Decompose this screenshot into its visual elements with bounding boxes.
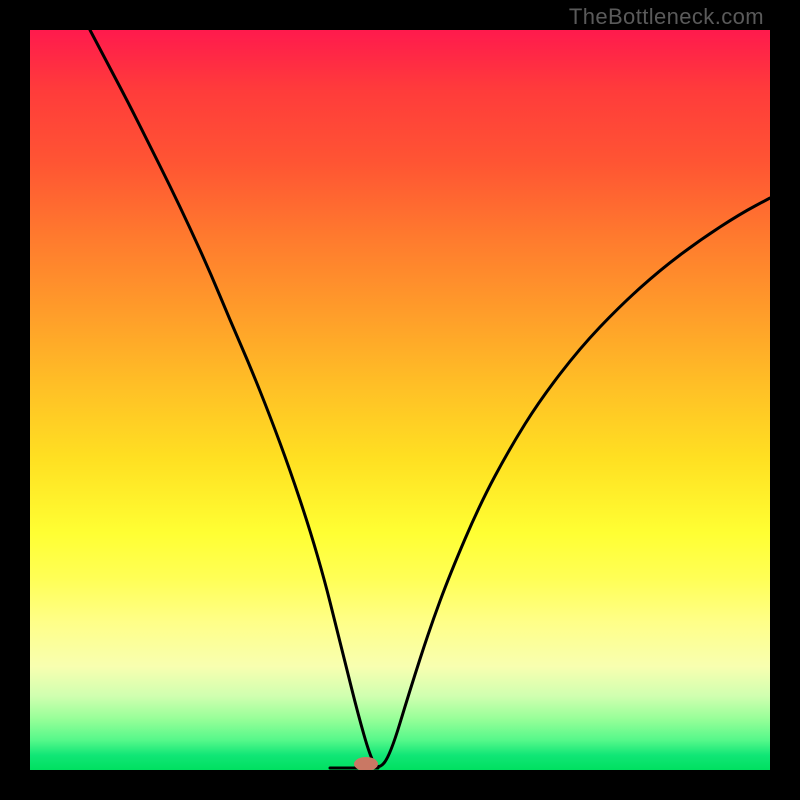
chart-plot-area <box>30 30 770 770</box>
bottleneck-curve-path <box>90 30 770 767</box>
chart-frame: TheBottleneck.com <box>0 0 800 800</box>
bottleneck-curve-svg <box>30 30 770 770</box>
min-marker <box>354 757 378 770</box>
watermark-text: TheBottleneck.com <box>569 4 764 30</box>
